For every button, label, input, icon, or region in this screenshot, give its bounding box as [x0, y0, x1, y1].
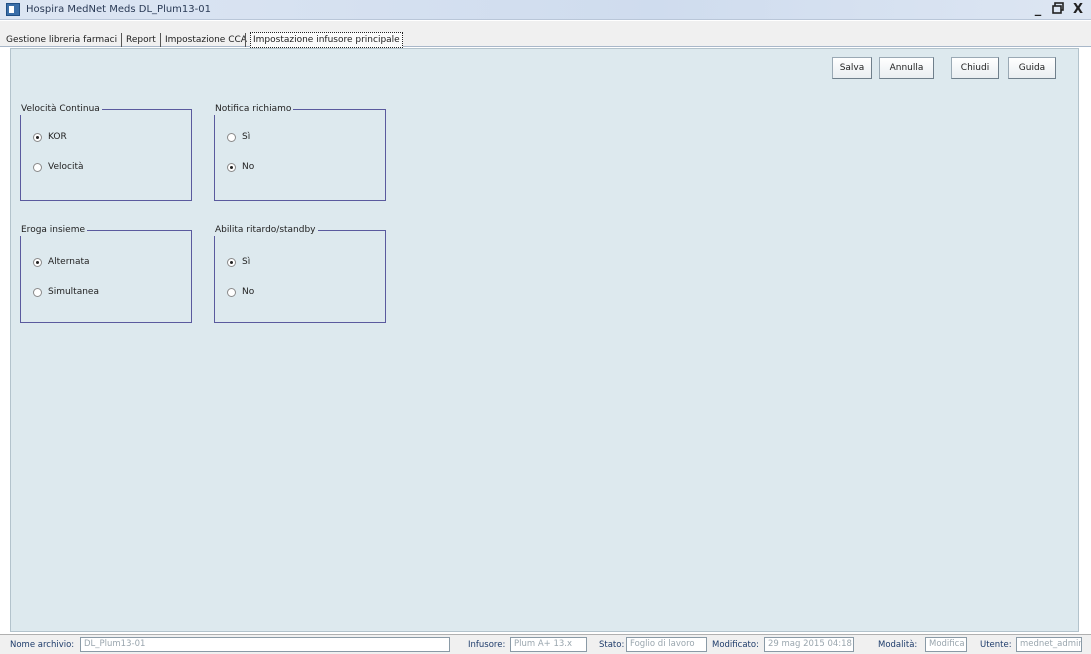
save-button[interactable]: Salva [832, 57, 872, 79]
user-field: mednet_admin [1016, 637, 1082, 652]
mode-label: Modalità: [878, 640, 918, 650]
title-bar: Hospira MedNet Meds DL_Plum13-01 _ X [0, 0, 1091, 20]
radio-label: Simultanea [48, 287, 99, 297]
delay-standby-group: Abilita ritardo/standby Sì No [213, 224, 386, 323]
tab-cca-settings[interactable]: Impostazione CCA [165, 33, 247, 47]
help-button[interactable]: Guida [1008, 57, 1056, 79]
radio-label: Sì [242, 257, 251, 267]
tab-separator [160, 33, 161, 47]
group-title: Notifica richiamo [213, 103, 294, 115]
continuous-rate-group: Velocità Continua KOR Velocità [19, 103, 192, 201]
radio-button[interactable] [227, 257, 236, 267]
infuser-label: Infusore: [468, 640, 506, 650]
radio-label: Velocità [48, 162, 84, 172]
tab-drug-library[interactable]: Gestione libreria farmaci [6, 33, 117, 47]
modified-label: Modificato: [712, 640, 759, 650]
tab-report[interactable]: Report [126, 33, 156, 47]
settings-panel: Salva Annulla Chiudi Guida Velocità Cont… [10, 48, 1079, 632]
close-button[interactable]: Chiudi [951, 57, 999, 79]
archive-name-label: Nome archivio: [10, 640, 75, 650]
group-title: Abilita ritardo/standby [213, 224, 318, 236]
close-window-button[interactable]: X [1069, 2, 1087, 18]
tab-main-infuser-settings[interactable]: Impostazione infusore principale [250, 32, 403, 48]
radio-option-no[interactable]: No [227, 285, 254, 299]
window-title: Hospira MedNet Meds DL_Plum13-01 [26, 4, 211, 15]
infuser-field: Plum A+ 13.x [510, 637, 587, 652]
radio-label: No [242, 287, 255, 297]
tab-bar: Gestione libreria farmaci Report Imposta… [0, 21, 1091, 48]
status-bar: Nome archivio: DL_Plum13-01 Infusore: Pl… [0, 634, 1091, 654]
radio-option-yes[interactable]: Sì [227, 255, 250, 269]
minimize-button[interactable]: _ [1029, 2, 1047, 18]
radio-button[interactable] [227, 162, 236, 172]
tab-separator [121, 33, 122, 47]
user-label: Utente: [980, 640, 1012, 650]
modified-field: 29 mag 2015 04:18 [764, 637, 854, 652]
restore-button[interactable] [1049, 2, 1067, 18]
mode-field: Modifica [925, 637, 967, 652]
radio-label: Sì [242, 132, 251, 142]
radio-label: KOR [48, 132, 67, 142]
radio-button[interactable] [227, 287, 236, 297]
radio-option-yes[interactable]: Sì [227, 130, 250, 144]
radio-button[interactable] [33, 132, 42, 142]
radio-option-alternate[interactable]: Alternata [33, 255, 90, 269]
window-controls: _ X [1029, 2, 1087, 18]
archive-name-field: DL_Plum13-01 [80, 637, 450, 652]
radio-option-rate[interactable]: Velocità [33, 160, 84, 174]
radio-button[interactable] [33, 162, 42, 172]
radio-option-kor[interactable]: KOR [33, 130, 67, 144]
radio-option-simultaneous[interactable]: Simultanea [33, 285, 99, 299]
cancel-button[interactable]: Annulla [879, 57, 934, 79]
deliver-together-group: Eroga insieme Alternata Simultanea [19, 224, 192, 323]
restore-icon [1052, 2, 1064, 14]
tab-separator [245, 33, 246, 47]
callback-notification-group: Notifica richiamo Sì No [213, 103, 386, 201]
radio-button[interactable] [33, 257, 42, 267]
radio-button[interactable] [33, 287, 42, 297]
group-title: Eroga insieme [19, 224, 88, 236]
state-field: Foglio di lavoro [626, 637, 707, 652]
radio-label: No [242, 162, 255, 172]
state-label: Stato: [599, 640, 625, 650]
radio-option-no[interactable]: No [227, 160, 254, 174]
app-icon [6, 3, 20, 16]
group-title: Velocità Continua [19, 103, 102, 115]
radio-label: Alternata [48, 257, 90, 267]
radio-button[interactable] [227, 132, 236, 142]
